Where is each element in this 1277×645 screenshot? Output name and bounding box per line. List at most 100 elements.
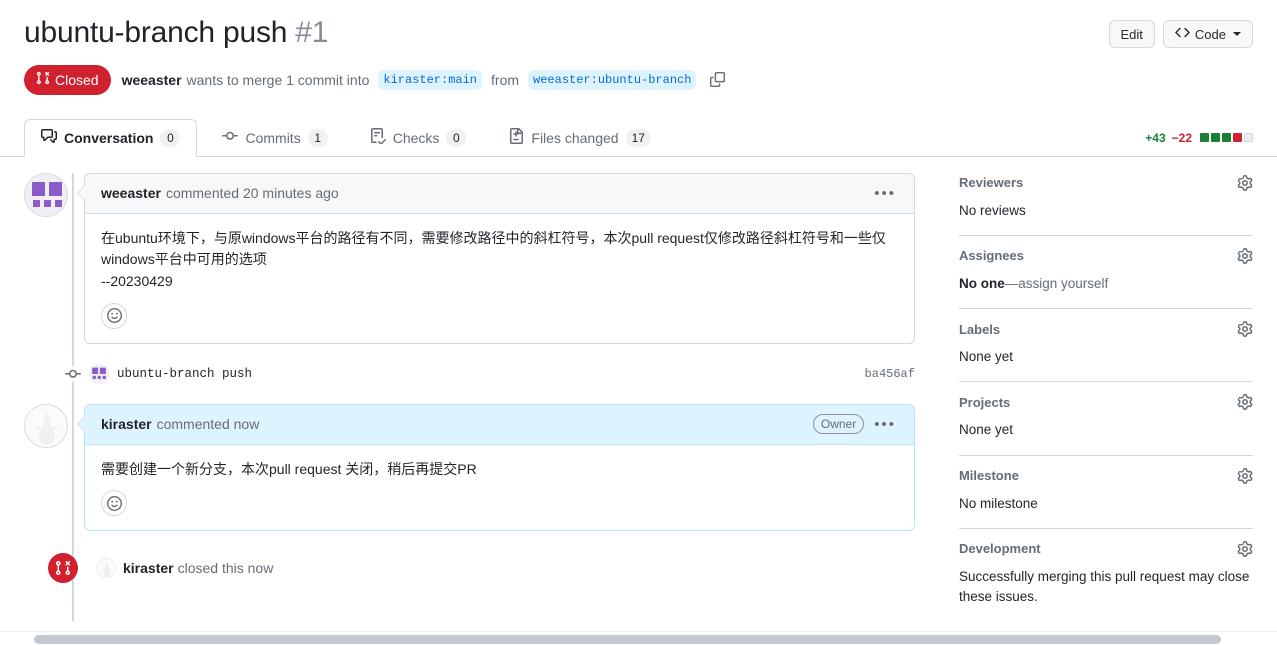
tab-checks[interactable]: Checks 0 bbox=[353, 119, 484, 157]
gear-icon[interactable] bbox=[1237, 540, 1253, 557]
gear-icon[interactable] bbox=[1237, 321, 1253, 337]
comment-discussion-icon bbox=[41, 128, 57, 147]
owner-badge: Owner bbox=[812, 414, 865, 435]
diffstat-block bbox=[1200, 133, 1209, 142]
copy-branch-icon[interactable] bbox=[706, 69, 728, 91]
diffstat-block bbox=[1222, 133, 1231, 142]
base-branch-tag[interactable]: kiraster:main bbox=[378, 69, 483, 90]
sidebar-projects-value: None yet bbox=[958, 422, 1014, 438]
comment-body: 在ubuntu环境下，与原windows平台的路径有不同，需要修改路径中的斜杠符… bbox=[85, 214, 914, 301]
code-button-label: Code bbox=[1194, 26, 1226, 42]
sidebar-section-projects: Projects None yet bbox=[958, 382, 1253, 456]
comment-footer bbox=[85, 301, 914, 343]
tab-commits-count: 1 bbox=[307, 128, 328, 147]
page-title: ubuntu-branch push #1 bbox=[24, 14, 328, 52]
head-branch-tag[interactable]: weeaster:ubuntu-branch bbox=[528, 69, 697, 90]
tab-checks-label: Checks bbox=[392, 129, 440, 146]
pr-meta-row: Closed weeaster wants to merge 1 commit … bbox=[24, 64, 1253, 95]
sidebar-section-labels: Labels None yet bbox=[958, 309, 1253, 383]
gear-icon[interactable] bbox=[1237, 247, 1253, 264]
avatar[interactable] bbox=[89, 363, 109, 384]
diffstat-block bbox=[1244, 133, 1253, 142]
sidebar-development-title: Development bbox=[958, 541, 1041, 557]
file-diff-icon bbox=[508, 128, 524, 147]
assign-yourself-link[interactable]: —assign yourself bbox=[1005, 276, 1109, 291]
sidebar-development-value: Successfully merging this pull request m… bbox=[958, 568, 1250, 604]
sidebar-milestone-value: No milestone bbox=[958, 495, 1038, 511]
sidebar-projects-title: Projects bbox=[958, 394, 1011, 410]
diffstat-blocks bbox=[1200, 133, 1253, 142]
git-commit-icon bbox=[222, 128, 239, 147]
add-reaction-button[interactable] bbox=[101, 490, 127, 517]
comment-menu-button[interactable]: ••• bbox=[872, 417, 898, 432]
horizontal-scrollbar-thumb[interactable] bbox=[34, 635, 1221, 644]
gear-icon[interactable] bbox=[1237, 174, 1253, 191]
sidebar-reviewers-value: No reviews bbox=[958, 202, 1026, 218]
sidebar-labels-value: None yet bbox=[958, 349, 1014, 364]
event-text: closed this now bbox=[177, 560, 274, 577]
sidebar-labels-title: Labels bbox=[958, 321, 1001, 337]
timeline-comment: weeaster commented 20 minutes ago ••• 在u… bbox=[24, 172, 915, 344]
horizontal-scrollbar[interactable] bbox=[0, 631, 1277, 645]
sidebar-section-header: Projects bbox=[958, 394, 1253, 411]
pr-tabs: Conversation 0 Commits 1 Checks 0 Files … bbox=[0, 112, 1277, 157]
pr-header: ubuntu-branch push #1 Edit Code Closed w… bbox=[0, 0, 1277, 95]
merge-text-2: from bbox=[491, 71, 520, 88]
sidebar-section-reviewers: Reviewers No reviews bbox=[958, 174, 1253, 236]
sidebar-section-header: Milestone bbox=[959, 467, 1253, 484]
pr-author[interactable]: weeaster bbox=[122, 72, 182, 88]
comment-line: 在ubuntu环境下，与原windows平台的路径有不同，需要修改路径中的斜杠符… bbox=[101, 229, 886, 268]
tab-files-changed-label: Files changed bbox=[531, 129, 619, 146]
comment-menu-button[interactable]: ••• bbox=[872, 186, 898, 201]
comment-author[interactable]: kiraster bbox=[101, 416, 152, 432]
gear-icon[interactable] bbox=[1237, 394, 1253, 411]
comment-header-actions: Owner ••• bbox=[812, 414, 898, 435]
diffstat-block bbox=[1233, 133, 1242, 142]
tab-files-changed[interactable]: Files changed 17 bbox=[491, 119, 668, 157]
sidebar-section-header: Development bbox=[958, 540, 1253, 557]
timeline-comment: kiraster commented now Owner ••• 需要创建一个新… bbox=[24, 403, 915, 532]
pull-request-closed-icon bbox=[48, 553, 78, 584]
tab-conversation[interactable]: Conversation 0 bbox=[24, 118, 198, 157]
sidebar-reviewers-title: Reviewers bbox=[958, 175, 1024, 190]
code-button[interactable]: Code bbox=[1162, 20, 1253, 48]
checklist-icon bbox=[370, 128, 386, 147]
comment-author[interactable]: weeaster bbox=[101, 185, 161, 201]
sidebar-section-milestone: Milestone No milestone bbox=[958, 456, 1253, 529]
sidebar-section-header: Reviewers bbox=[958, 174, 1253, 191]
commit-sha[interactable]: ba456af bbox=[865, 367, 915, 381]
sidebar-section-header: Labels bbox=[959, 321, 1253, 337]
tab-commits[interactable]: Commits 1 bbox=[205, 119, 344, 157]
avatar[interactable] bbox=[24, 172, 68, 217]
pr-title-text: ubuntu-branch push bbox=[24, 16, 288, 49]
comment-card: weeaster commented 20 minutes ago ••• 在u… bbox=[77, 172, 915, 344]
event-user[interactable]: kiraster bbox=[123, 560, 174, 576]
diffstat-block bbox=[1211, 133, 1220, 142]
sidebar-assignees-value: No one—assign yourself bbox=[959, 274, 1253, 294]
status-badge-label: Closed bbox=[55, 71, 99, 88]
diffstat[interactable]: +43 −22 bbox=[1145, 131, 1253, 156]
comment-header-actions: ••• bbox=[872, 186, 898, 201]
pr-body: weeaster commented 20 minutes ago ••• 在u… bbox=[0, 157, 1277, 622]
tab-list: Conversation 0 Commits 1 Checks 0 Files … bbox=[24, 118, 668, 157]
timeline-closed-event: kiraster closed this now bbox=[24, 553, 915, 584]
tab-commits-label: Commits bbox=[245, 129, 301, 146]
sidebar-assignees-title: Assignees bbox=[958, 248, 1025, 264]
avatar[interactable] bbox=[24, 403, 68, 448]
title-row: ubuntu-branch push #1 Edit Code bbox=[24, 14, 1253, 52]
sidebar-section-header: Assignees bbox=[958, 247, 1253, 264]
header-actions: Edit Code bbox=[1108, 14, 1253, 48]
comment-action: commented now bbox=[156, 416, 260, 433]
comment-line: --20230429 bbox=[101, 272, 173, 289]
comment-header: kiraster commented now Owner ••• bbox=[85, 404, 914, 445]
git-commit-dot-icon bbox=[65, 365, 81, 382]
code-icon bbox=[1175, 25, 1190, 43]
comment-body: 需要创建一个新分支，本次pull request 关闭，稍后再提交PR bbox=[85, 445, 914, 489]
commit-message[interactable]: ubuntu-branch push bbox=[117, 367, 252, 381]
edit-button[interactable]: Edit bbox=[1108, 20, 1155, 48]
sidebar-assignees-none: No one bbox=[958, 275, 1005, 291]
gear-icon[interactable] bbox=[1237, 467, 1253, 484]
avatar[interactable] bbox=[96, 558, 116, 579]
diffstat-additions: +43 bbox=[1145, 130, 1166, 145]
add-reaction-button[interactable] bbox=[101, 302, 127, 329]
